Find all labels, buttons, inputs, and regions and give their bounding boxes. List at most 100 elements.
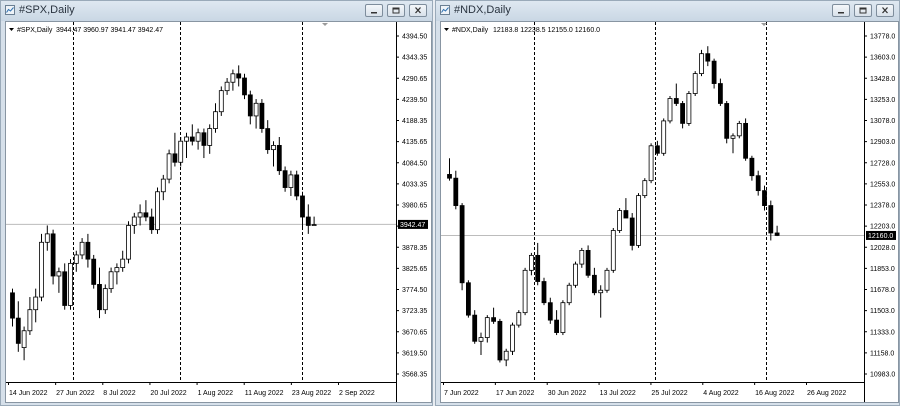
y-tick-label: 4033.35 bbox=[402, 181, 427, 188]
candle-body bbox=[667, 98, 673, 122]
candle bbox=[137, 204, 143, 226]
chart-shift-marker-icon[interactable] bbox=[322, 23, 328, 26]
chart-symbol-label: #SPX,Daily bbox=[17, 27, 53, 34]
y-tick-label: 10983.0 bbox=[870, 372, 895, 379]
candle-body bbox=[131, 216, 137, 226]
dropdown-triangle-icon[interactable] bbox=[9, 28, 14, 31]
candle bbox=[184, 132, 189, 159]
close-icon bbox=[415, 7, 421, 14]
candle bbox=[743, 118, 749, 161]
x-tick-label: 27 Jun 2022 bbox=[56, 390, 95, 397]
candle-body bbox=[478, 337, 484, 342]
restore-button[interactable] bbox=[387, 4, 405, 17]
candlestick-chart-spx[interactable]: 4394.50 4343.35 4290.65 4239.50 4188.35 4135.… bbox=[6, 22, 432, 403]
candle-body bbox=[699, 53, 704, 74]
candle bbox=[762, 185, 767, 211]
window-titlebar[interactable]: #NDX,Daily bbox=[436, 1, 899, 21]
candle bbox=[610, 227, 616, 273]
close-button[interactable] bbox=[876, 4, 894, 17]
chart-plot-area[interactable]: 4394.50 4343.35 4290.65 4239.50 4188.35 4135.… bbox=[5, 21, 432, 403]
y-tick-label: 11678.0 bbox=[870, 287, 895, 294]
y-tick-label: 12378.0 bbox=[870, 203, 895, 210]
candle-body bbox=[648, 145, 654, 182]
candle-body bbox=[143, 212, 149, 218]
y-tick-label: 11333.0 bbox=[870, 329, 895, 336]
candle bbox=[282, 166, 288, 192]
candle bbox=[131, 212, 137, 234]
candle bbox=[692, 71, 698, 97]
candle bbox=[730, 133, 736, 154]
candle bbox=[459, 203, 465, 291]
candle-body bbox=[705, 53, 711, 62]
candle bbox=[636, 193, 641, 248]
y-tick-label: 12903.0 bbox=[870, 139, 895, 146]
candle bbox=[108, 267, 114, 293]
candle-body bbox=[126, 225, 131, 260]
candle-body bbox=[497, 320, 503, 361]
candle bbox=[503, 348, 509, 367]
dropdown-triangle-icon[interactable] bbox=[444, 28, 449, 31]
candle bbox=[120, 250, 126, 272]
candle bbox=[453, 170, 459, 210]
candle bbox=[218, 86, 224, 116]
y-tick-label: 12028.0 bbox=[870, 245, 895, 252]
candle bbox=[573, 261, 578, 288]
candle-body bbox=[236, 73, 242, 79]
candle-body bbox=[195, 132, 201, 142]
chart-ohlc-label: 12183.8 12238.5 12155.0 12160.0 bbox=[493, 27, 600, 34]
candle-body bbox=[44, 233, 50, 243]
candle-body bbox=[91, 258, 97, 285]
y-tick-label: 11853.0 bbox=[870, 266, 895, 273]
x-tick-label: 7 Jun 2022 bbox=[444, 390, 479, 397]
candle-body bbox=[79, 241, 85, 256]
candle-body bbox=[50, 233, 56, 277]
candle bbox=[724, 100, 730, 144]
minimize-button[interactable] bbox=[832, 4, 850, 17]
y-tick-label: 13253.0 bbox=[870, 97, 895, 104]
candlestick-chart-ndx[interactable]: 13778.0 13603.0 13428.0 13253.0 13078.0 12903… bbox=[441, 22, 899, 403]
y-tick-label: 4135.65 bbox=[402, 139, 427, 146]
candle-body bbox=[673, 98, 679, 104]
candle bbox=[21, 326, 27, 361]
window-titlebar[interactable]: #SPX,Daily bbox=[1, 1, 432, 21]
candle bbox=[294, 170, 300, 201]
candle-body bbox=[762, 190, 767, 206]
chart-window-ndx[interactable]: #NDX,Daily 13778.0 13603.0 13428.0 13253.0 1… bbox=[435, 0, 900, 406]
candle-body bbox=[294, 174, 300, 197]
candle-body bbox=[224, 81, 230, 92]
x-tick-label: 14 Jun 2022 bbox=[9, 390, 48, 397]
candle-body bbox=[218, 90, 224, 113]
x-tick-label: 1 Aug 2022 bbox=[198, 390, 234, 397]
x-tick-label: 25 Jul 2022 bbox=[651, 390, 687, 397]
restore-button[interactable] bbox=[854, 4, 872, 17]
candle-body bbox=[108, 271, 114, 290]
candle bbox=[10, 288, 15, 327]
candle-body bbox=[276, 145, 282, 172]
candle bbox=[661, 118, 667, 156]
candle bbox=[265, 120, 271, 154]
y-tick-label: 13778.0 bbox=[870, 34, 895, 41]
candle bbox=[62, 263, 68, 310]
candle bbox=[629, 213, 635, 251]
candle-body bbox=[447, 174, 452, 179]
candle-body bbox=[680, 103, 686, 124]
candle-body bbox=[768, 205, 774, 234]
minimize-button[interactable] bbox=[365, 4, 383, 17]
candle-body bbox=[300, 195, 305, 218]
x-tick-label: 8 Jul 2022 bbox=[103, 390, 135, 397]
candle-body bbox=[711, 60, 717, 84]
candle-body bbox=[755, 175, 761, 192]
chart-window-spx[interactable]: #SPX,Daily 4394.50 4343.35 4290.65 4239.50 4… bbox=[0, 0, 433, 406]
candle-body bbox=[213, 111, 218, 129]
candle bbox=[472, 310, 478, 344]
candle-body bbox=[724, 103, 730, 139]
y-tick-label: 4084.50 bbox=[402, 160, 427, 167]
candle-body bbox=[617, 210, 623, 231]
minimize-icon bbox=[371, 12, 377, 14]
candle-body bbox=[566, 284, 572, 304]
candle-body bbox=[642, 180, 648, 197]
candle bbox=[97, 267, 102, 319]
y-tick-label: 3619.50 bbox=[402, 350, 427, 357]
close-button[interactable] bbox=[409, 4, 427, 17]
chart-plot-area[interactable]: 13778.0 13603.0 13428.0 13253.0 13078.0 12903… bbox=[440, 21, 899, 403]
